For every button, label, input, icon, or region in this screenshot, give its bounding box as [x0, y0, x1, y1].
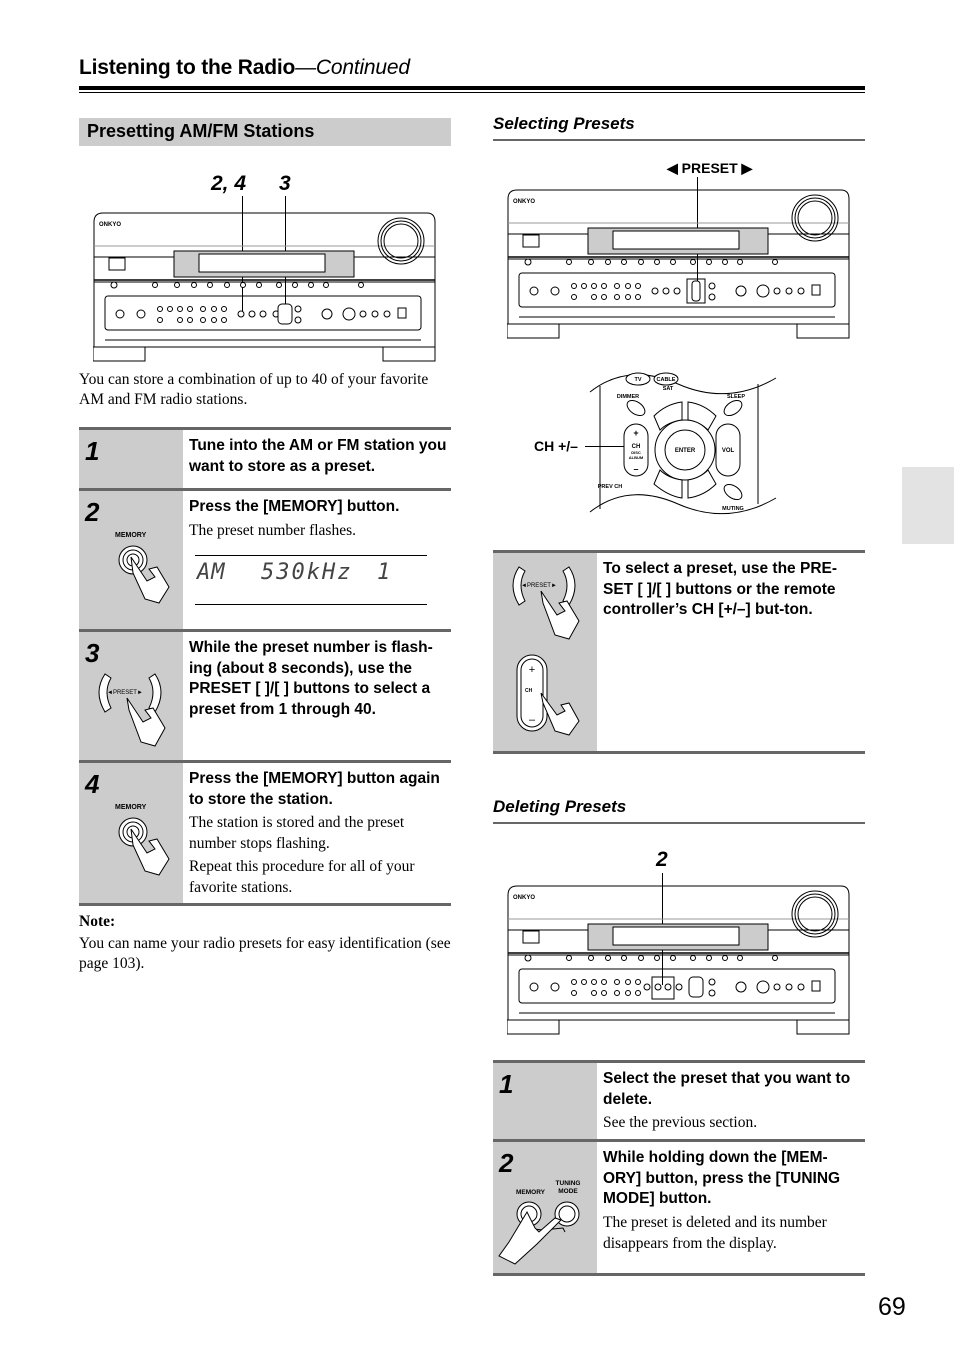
selecting-instruction-table: ◄PRESET► + – CH To select a preset, use …	[493, 550, 865, 754]
step-row: 1 Tune into the AM or FM station you wan…	[79, 427, 451, 488]
receiver-illustration: ONKYO	[507, 885, 850, 1035]
step-row: 1 Select the preset that you want to del…	[493, 1060, 865, 1139]
brand-logo: ONKYO	[513, 199, 535, 205]
svg-text:+: +	[633, 428, 638, 438]
remote-vol-label: VOL	[722, 448, 735, 454]
step-number: 2	[85, 497, 100, 527]
memory-button-label: MEMORY	[516, 1189, 546, 1196]
section-title-box: Presetting AM/FM Stations	[79, 118, 451, 146]
display-band: AM	[197, 559, 226, 585]
header-continued: —Continued	[295, 56, 410, 79]
receiver-illustration: ONKYO	[507, 189, 850, 339]
front-display-panel: AM 530kHz 1	[195, 554, 427, 605]
remote-sleep-label: SLEEP	[727, 394, 745, 400]
memory-button-press-icon	[118, 545, 170, 604]
step-instruction: Press the [MEMORY] button again to store…	[189, 770, 440, 808]
selecting-presets-heading: Selecting Presets	[493, 114, 635, 133]
subhead-rule	[493, 822, 865, 824]
preset-button-label: ◄PRESET►	[107, 690, 143, 696]
note-label: Note:	[79, 913, 116, 930]
side-thumb-tab	[902, 467, 954, 544]
memory-button-label: MEMORY	[115, 532, 147, 539]
intro-paragraph: You can store a combination of up to 40 …	[79, 371, 429, 408]
callout-2-4: 2, 4	[211, 172, 247, 195]
svg-text:–: –	[633, 464, 638, 474]
page-number: 69	[878, 1293, 906, 1321]
deleting-steps-table: 1 Select the preset that you want to del…	[493, 1060, 865, 1276]
display-preset-number: 1	[377, 559, 391, 585]
ch-button-label: CH	[525, 688, 533, 694]
preset-button-label: ◄PRESET►	[521, 583, 557, 589]
tuning-mode-button-label: TUNING MODE	[555, 1180, 581, 1195]
remote-prev-ch-label: PREV CH	[598, 484, 622, 490]
remote-enter-label: ENTER	[675, 448, 696, 454]
preset-button-press-icon	[512, 566, 580, 640]
svg-text:–: –	[529, 714, 536, 726]
preset-steps-table: 1 Tune into the AM or FM station you wan…	[79, 427, 451, 906]
step-row: 3 ◄PRESET► While the preset number is fl…	[79, 629, 451, 760]
step-row: 4 MEMORY Press the [MEMORY] button again…	[79, 760, 451, 906]
step-instruction: While holding down the [MEM-ORY] button,…	[603, 1149, 841, 1207]
note-text: You can name your radio presets for easy…	[79, 935, 451, 972]
remote-controller-illustration: TV CABLE SAT DIMMER SLEEP CH DISC ALBUM …	[589, 372, 777, 515]
step-row: ◄PRESET► + – CH To select a preset, use …	[493, 550, 865, 754]
ch-callout-label: CH +/–	[534, 438, 578, 454]
step-detail: The station is stored and the preset num…	[189, 814, 405, 852]
step-number: 1	[85, 436, 100, 466]
remote-dimmer-label: DIMMER	[617, 394, 639, 400]
receiver-illustration: ONKYO	[93, 212, 436, 362]
step-detail: The preset number flashes.	[189, 521, 356, 539]
memory-button-press-icon	[118, 817, 170, 876]
step-row: 2 MEMORY Press the [MEMORY] button. The …	[79, 488, 451, 629]
section-title: Presetting AM/FM Stations	[87, 121, 315, 141]
callout-3: 3	[279, 172, 291, 195]
remote-cable-label: CABLE	[657, 377, 676, 383]
callout-2: 2	[656, 848, 668, 871]
subhead-rule	[493, 139, 865, 141]
step-instruction: Tune into the AM or FM station you want …	[189, 437, 447, 475]
remote-album-label: ALBUM	[629, 455, 644, 460]
remote-tv-label: TV	[634, 377, 641, 383]
step-instruction: Press the [MEMORY] button.	[189, 498, 400, 515]
receiver-body	[93, 212, 436, 362]
selecting-instruction: To select a preset, use the PRE-SET [ ]/…	[603, 560, 838, 618]
ch-button-press-icon: + –	[516, 654, 580, 736]
preset-callout-label: ◀ PRESET ▶	[667, 160, 753, 176]
brand-logo: ONKYO	[99, 222, 121, 228]
step-number: 3	[85, 638, 100, 668]
header-rule-thick	[79, 86, 865, 90]
step-instruction: Select the preset that you want to delet…	[603, 1070, 851, 1108]
header-rule-thin	[79, 92, 865, 93]
step-number: 2	[499, 1148, 514, 1178]
step-detail: The preset is deleted and its number dis…	[603, 1213, 827, 1252]
svg-text:+: +	[529, 664, 535, 676]
header-title: Listening to the Radio	[79, 56, 296, 79]
memory-button-label: MEMORY	[115, 804, 147, 811]
remote-muting-label: MUTING	[722, 506, 744, 512]
step-number: 1	[499, 1069, 514, 1099]
step-detail: See the previous section.	[603, 1114, 758, 1131]
step-instruction: While the preset number is flash-ing (ab…	[189, 639, 433, 718]
step-number: 4	[85, 769, 100, 799]
brand-logo: ONKYO	[513, 895, 535, 901]
step-detail: Repeat this procedure for all of your fa…	[189, 858, 415, 896]
step-row: 2 MEMORY TUNING MODE While holding down …	[493, 1139, 865, 1276]
remote-sat-label: SAT	[663, 386, 674, 392]
deleting-presets-heading: Deleting Presets	[493, 797, 627, 816]
preset-button-press-icon	[98, 673, 166, 747]
memory-tuning-mode-press-icon	[498, 1201, 580, 1265]
display-frequency: 530kHz	[261, 559, 353, 585]
page-header: Listening to the Radio—Continued	[79, 56, 410, 80]
